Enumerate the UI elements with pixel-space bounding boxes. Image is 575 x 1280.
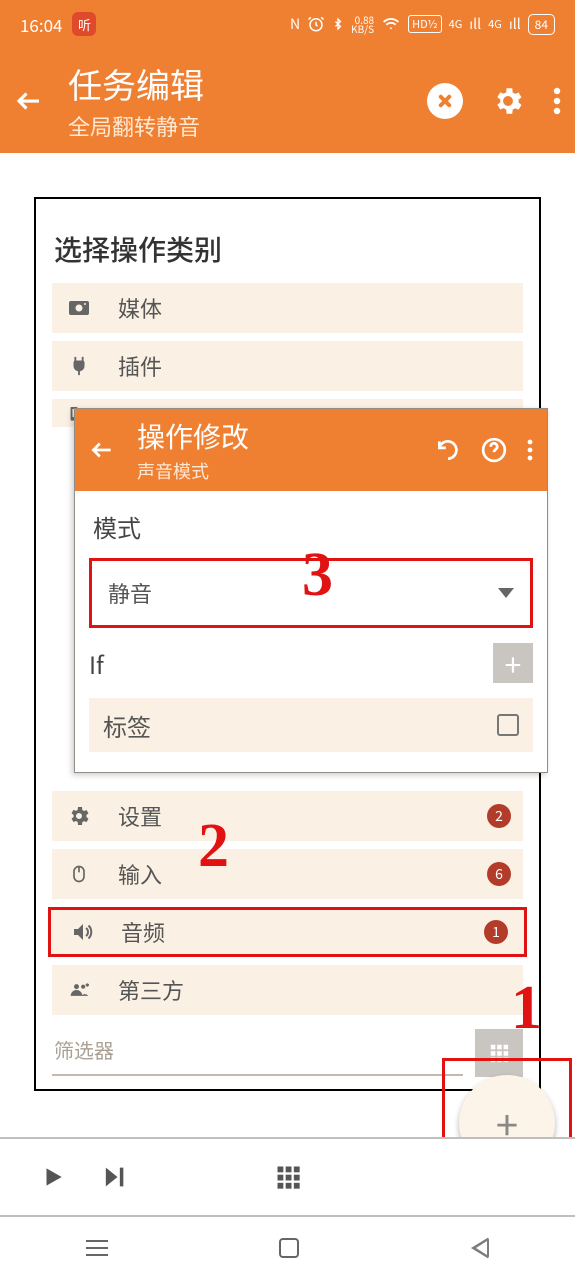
status-bar: 16:04 听 N 0.88KB/S HD½ 4Gıll 4Gıll 84 (0, 0, 575, 48)
cat-plugin[interactable]: 插件 (52, 341, 523, 391)
hd-icon: HD½ (408, 15, 442, 33)
help-button[interactable] (481, 437, 507, 463)
back-button[interactable] (14, 86, 44, 116)
dialog-subtitle: 声音模式 (137, 458, 435, 484)
system-navbar (0, 1216, 575, 1280)
tag-row[interactable]: 标签 (89, 698, 533, 752)
dialog-back-button[interactable] (89, 437, 115, 463)
people-icon (64, 980, 94, 1000)
dialog-overflow[interactable] (527, 438, 533, 462)
cat-settings[interactable]: 设置 2 (52, 791, 523, 841)
back-nav-button[interactable] (471, 1237, 489, 1259)
annotation-1: 1 (511, 973, 542, 1044)
cat-label: 媒体 (118, 292, 511, 324)
page-title: 任务编辑 (68, 59, 427, 108)
count-badge: 6 (487, 862, 511, 886)
annotation-3: 3 (302, 540, 333, 611)
if-label: If (89, 646, 104, 681)
count-badge: 2 (487, 804, 511, 828)
volume-icon (67, 920, 97, 944)
cat-label: 音频 (121, 916, 484, 948)
overflow-menu[interactable] (553, 86, 561, 116)
close-button[interactable] (427, 83, 463, 119)
status-icons: N 0.88KB/S HD½ 4Gıll 4Gıll 84 (290, 14, 555, 35)
annotation-2: 2 (198, 811, 229, 882)
cat-label: 插件 (118, 350, 511, 382)
signal-4g: 4G (449, 16, 463, 32)
cat-third-party[interactable]: 第三方 (52, 965, 523, 1015)
panel-title: 选择操作类别 (52, 229, 523, 269)
dialog-title: 操作修改 (137, 416, 435, 456)
wifi-icon (381, 16, 401, 32)
gear-icon (64, 804, 94, 828)
undo-button[interactable] (435, 437, 461, 463)
plug-icon (64, 355, 94, 377)
page-subtitle: 全局翻转静音 (68, 110, 427, 142)
alarm-icon (307, 15, 325, 33)
skip-button[interactable] (100, 1163, 128, 1191)
mode-value: 静音 (108, 577, 152, 609)
settings-button[interactable] (491, 84, 525, 118)
listen-icon: 听 (72, 12, 96, 36)
recents-button[interactable] (86, 1240, 108, 1256)
home-button[interactable] (279, 1238, 299, 1258)
play-button[interactable] (40, 1162, 66, 1192)
bluetooth-icon (332, 15, 344, 33)
battery-icon: 84 (528, 14, 555, 35)
add-condition-button[interactable]: + (493, 643, 533, 683)
signal-4g-2: 4G (488, 16, 502, 32)
nfc-icon: N (290, 14, 300, 34)
clock: 16:04 (20, 12, 62, 37)
cat-audio[interactable]: 音频 1 (48, 907, 527, 957)
filter-input[interactable]: 筛选器 (52, 1031, 463, 1076)
appbar: 任务编辑 全局翻转静音 (0, 48, 575, 153)
apps-button[interactable] (274, 1163, 302, 1191)
cat-label: 设置 (118, 800, 487, 832)
camera-icon (64, 296, 94, 320)
cat-input[interactable]: 输入 6 (52, 849, 523, 899)
cat-media[interactable]: 媒体 (52, 283, 523, 333)
count-badge: 1 (484, 920, 508, 944)
cat-label: 输入 (118, 858, 487, 890)
mouse-icon (64, 862, 94, 886)
chevron-down-icon (498, 588, 514, 598)
cat-label: 第三方 (118, 974, 511, 1006)
tag-checkbox[interactable] (497, 714, 519, 736)
bottom-toolbar (0, 1137, 575, 1217)
tag-label: 标签 (103, 708, 151, 743)
mode-heading: 模式 (89, 509, 533, 544)
